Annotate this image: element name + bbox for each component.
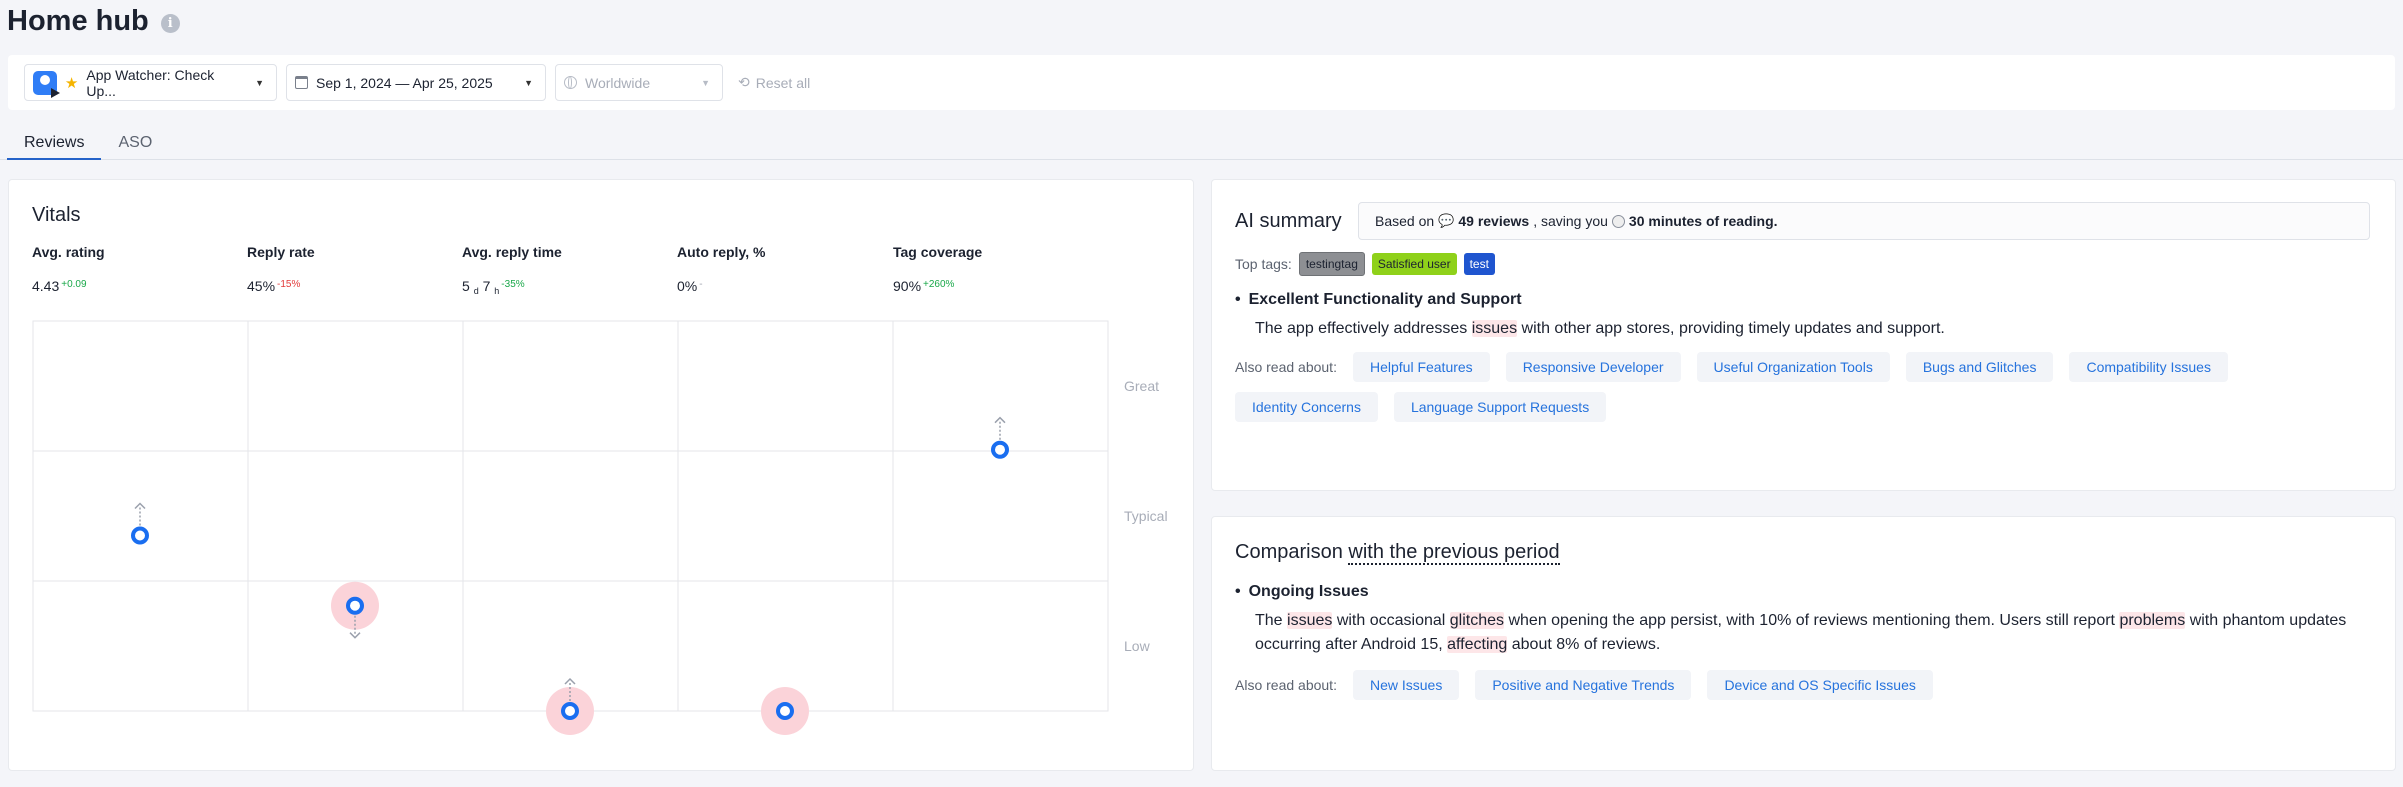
tag-chip[interactable]: testingtag [1298,252,1365,276]
vitals-card: Great Typical Low Vitals Avg. rating 4.43 +… [8,179,1194,771]
app-select-value: App Watcher: Check Up... [86,66,215,99]
topic-chip[interactable]: Language Support Requests [1393,392,1607,422]
reset-icon: ⟲ [738,74,750,90]
topic-chip[interactable]: Positive and Negative Trends [1475,670,1692,700]
vitals-grid-frame [32,320,1109,712]
topic-chip[interactable]: Identity Concerns [1235,392,1378,422]
vitals-marker [131,526,149,545]
tab-bar: Reviews ASO [0,130,2403,160]
metric-reply-rate: Reply rate 45% -15% [247,244,315,294]
vitals-level-label: Typical [1124,508,1168,524]
ai-summary-card: AI summary Based on 💬 49 reviews, saving… [1211,179,2396,491]
metric-value: 0% - [677,278,703,294]
tab-reviews[interactable]: Reviews [7,130,102,160]
summary-point-text: The app effectively addresses issues wit… [1255,320,1945,337]
vitals-level-label: Low [1124,638,1151,654]
tag-chip[interactable]: test [1463,253,1495,275]
metric-delta: - [699,279,703,290]
metric-label: Avg. rating [32,244,105,260]
metric-delta: +0.09 [61,279,87,290]
topic-chip[interactable]: Bugs and Glitches [1905,352,2054,382]
region-select[interactable]: Worldwide ▼ [555,64,723,101]
chevron-down-icon: ▼ [524,77,533,88]
vitals-chart: Great Typical Low [32,320,1168,735]
metric-auto-reply: Auto reply, % 0% - [677,244,766,294]
comparison-also-read: Also read about: New Issues Positive and… [1235,670,1933,700]
comparison-card: Comparison with the previous period Ongo… [1211,516,2396,771]
star-icon: ★ [64,74,79,92]
topic-chip[interactable]: New Issues [1352,670,1460,700]
topic-chip[interactable]: Responsive Developer [1505,352,1681,382]
vitals-level-label: Great [1124,378,1159,394]
vitals-title: Vitals [32,204,81,226]
info-icon[interactable]: i [160,14,180,33]
comparison-point-text: The issues with occasional glitches when… [1255,612,2347,653]
top-tags: Top tags: testingtag Satisfied user test [1235,252,1495,276]
comparison-point-title: Ongoing Issues [1235,583,1369,601]
also-read-label: Also read about: [1235,359,1337,375]
metric-value: 45% -15% [247,278,301,294]
metric-delta: -15% [277,279,301,290]
globe-icon [564,76,577,89]
filter-bar: ★ App Watcher: Check Up... ▼ Sep 1, 2024… [8,55,2395,110]
app-select[interactable]: ★ App Watcher: Check Up... ▼ [24,64,277,101]
metric-avg-reply-time: Avg. reply time 5 d 7 h-35% [462,244,562,296]
region-value: Worldwide [585,74,651,91]
ai-summary-title: AI summary [1235,210,1342,232]
date-range-value: Sep 1, 2024 — Apr 25, 2025 [316,74,493,91]
reset-all-button[interactable]: ⟲ Reset all [738,74,810,91]
previous-period-link[interactable]: with the previous period [1348,541,1560,565]
app-avatar [33,70,60,98]
metric-label: Reply rate [247,244,315,260]
chevron-down-icon: ▼ [255,77,264,88]
metric-label: Auto reply, % [677,244,766,260]
date-range-select[interactable]: Sep 1, 2024 — Apr 25, 2025 ▼ [286,64,546,101]
tab-aso[interactable]: ASO [101,130,169,160]
metric-delta: +260% [923,279,955,290]
metric-value: 90% +260% [893,278,955,294]
calendar-icon [295,76,308,89]
metric-label: Tag coverage [893,244,983,260]
metric-delta: -35% [501,279,525,290]
chevron-down-icon: ▼ [701,77,710,88]
vitals-marker [346,596,364,615]
top-tags-label: Top tags: [1235,256,1292,272]
reset-all-label: Reset all [755,74,811,91]
metric-avg-rating: Avg. rating 4.43 +0.09 [32,244,105,294]
summary-also-read: Also read about: Helpful Features Respon… [1235,352,2355,422]
topic-chip[interactable]: Device and OS Specific Issues [1707,670,1933,700]
metric-tag-coverage: Tag coverage 90% +260% [893,244,983,294]
metric-value: 5 d 7 h-35% [462,278,525,296]
topic-chip[interactable]: Useful Organization Tools [1696,352,1890,382]
metric-label: Avg. reply time [462,244,562,260]
clock-icon [1611,214,1625,228]
topic-chip[interactable]: Helpful Features [1352,352,1490,382]
tag-chip[interactable]: Satisfied user [1371,253,1457,275]
summary-point-title: Excellent Functionality and Support [1235,291,1522,309]
vitals-marker [561,702,579,720]
vitals-marker [991,440,1009,459]
page-title-text: Home hub [7,5,149,37]
summary-banner: Based on 💬 49 reviews, saving you 30 min… [1358,202,2370,240]
vitals-marker [776,702,794,720]
topic-chip[interactable]: Compatibility Issues [2069,352,2228,382]
metric-value: 4.43 +0.09 [32,278,87,294]
comparison-title: Comparison with the previous period [1235,541,1560,565]
also-read-label: Also read about: [1235,677,1337,693]
chat-icon: 💬 [1438,213,1455,228]
page-title: Home hub i [7,5,180,38]
